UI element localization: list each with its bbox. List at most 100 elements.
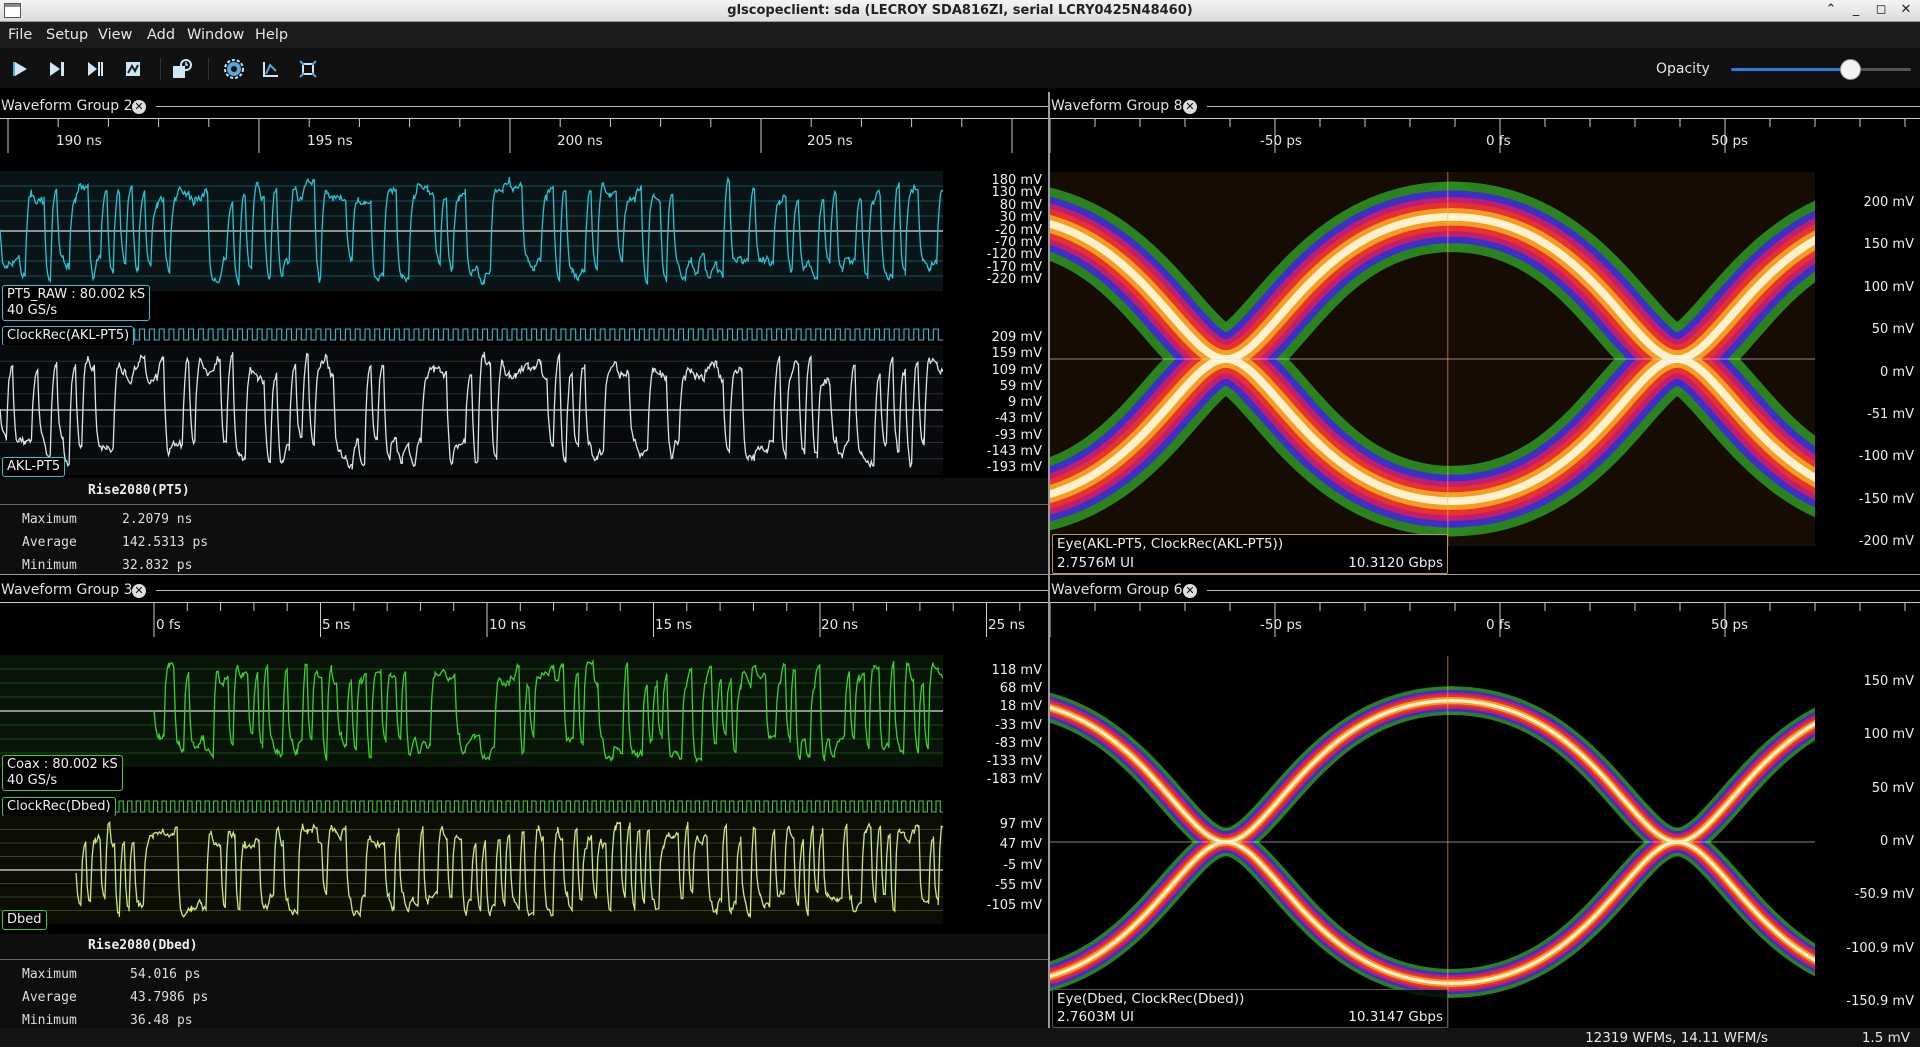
measurement-title: Rise2080(PT5) <box>88 483 190 498</box>
measurement-title: Rise2080(Dbed) <box>88 938 198 953</box>
measurement-row-maximum: Maximum 2.2079 ns <box>22 512 193 527</box>
channel-label-pt5-raw[interactable]: PT5_RAW : 80.002 kS 40 GS/s <box>2 285 151 321</box>
fullscreen-icon[interactable] <box>297 58 319 80</box>
eye-label[interactable]: Eye(AKL-PT5, ClockRec(AKL-PT5)) 2.7576M … <box>1052 534 1448 574</box>
scale-tick-label: -133 mV <box>986 753 1042 769</box>
close-icon[interactable]: ✕ <box>132 100 146 114</box>
opacity-label: Opacity <box>1656 61 1710 77</box>
tick-label: 190 ns <box>56 133 102 149</box>
menu-file[interactable]: File <box>8 27 32 43</box>
timeline[interactable]: -50 ps 0 fs 50 ps <box>1050 118 1920 153</box>
scale-tick-label: 50 mV <box>1871 322 1914 338</box>
measurement-row-average: Average 43.7986 ps <box>22 990 209 1005</box>
group-title: Waveform Group 2 <box>1 98 133 114</box>
tick-label: 200 ns <box>557 133 603 149</box>
scale-tick-label: 100 mV <box>1863 279 1914 295</box>
measurement-panel: Rise2080(PT5) Maximum 2.2079 ns Average 14… <box>0 478 1048 574</box>
menu-setup[interactable]: Setup <box>46 27 88 43</box>
start-single-icon[interactable] <box>46 58 68 80</box>
scale-tick-label: -55 mV <box>995 877 1042 893</box>
force-trigger-icon[interactable] <box>84 58 106 80</box>
chevron-up-icon[interactable]: ⌃ <box>1823 2 1839 17</box>
scale-tick-label: -220 mV <box>986 272 1042 287</box>
scale-tick-label: -193 mV <box>986 460 1042 475</box>
horizontal-splitter[interactable] <box>0 574 1920 575</box>
history-icon[interactable] <box>171 58 193 80</box>
scale-tick-label: -83 mV <box>995 735 1042 751</box>
eye-label[interactable]: Eye(Dbed, ClockRec(Dbed)) 2.7603M UI 10.… <box>1052 989 1448 1028</box>
close-icon[interactable]: ✕ <box>1183 100 1197 114</box>
scale-tick-label: 9 mV <box>1008 395 1042 410</box>
scale-tick-label: -143 mV <box>986 443 1042 459</box>
maximize-icon[interactable]: ◻ <box>1873 2 1889 17</box>
close-icon[interactable]: ✕ <box>1898 2 1914 17</box>
refresh-settings-icon[interactable] <box>223 58 245 80</box>
scale-tick-label: -100.9 mV <box>1846 940 1914 956</box>
measurement-panel: Rise2080(Dbed) Maximum 54.016 ps Average 4… <box>0 934 1048 1028</box>
scale-tick-label: -50.9 mV <box>1854 887 1914 903</box>
tick-label: 205 ns <box>807 133 853 149</box>
measurement-row-minimum: Minimum 36.48 ps <box>22 1013 193 1028</box>
scale-tick-label: -51 mV <box>1867 406 1914 422</box>
clock-waveform[interactable] <box>0 798 945 815</box>
tick-label: 0 fs <box>1486 133 1511 149</box>
scale-tick-label: -150 mV <box>1858 491 1914 507</box>
tick-label: 195 ns <box>307 133 353 149</box>
tick-label: -50 ps <box>1260 133 1302 149</box>
opacity-slider-handle[interactable] <box>1840 59 1861 80</box>
stop-trigger-icon[interactable] <box>122 58 144 80</box>
waveform-area-akl-pt5[interactable] <box>0 345 944 475</box>
window-title: glscopeclient: sda (LECROY SDA816ZI, ser… <box>727 3 1193 18</box>
channel-label-dbed[interactable]: Dbed <box>2 910 47 930</box>
waveform-area-pt5-raw[interactable] <box>0 171 944 291</box>
close-icon[interactable]: ✕ <box>132 584 146 598</box>
tick-label: 15 ns <box>655 617 693 633</box>
menu-window[interactable]: Window <box>187 27 244 43</box>
status-resolution: 1.5 mV <box>1861 1030 1910 1046</box>
waveform-group-8: Waveform Group 8 ✕ -50 ps 0 fs 50 ps 200… <box>1050 98 1920 574</box>
channel-label-clockrec[interactable]: ClockRec(AKL-PT5) <box>2 326 135 346</box>
scale-tick-label: -150.9 mV <box>1846 994 1914 1009</box>
scale-tick-label: -105 mV <box>986 898 1042 913</box>
scale-tick-label: 0 mV <box>1880 364 1914 380</box>
tick-label: 50 ps <box>1711 133 1749 149</box>
scale-tick-label: 150 mV <box>1863 237 1914 253</box>
scale-tick-label: 118 mV <box>991 663 1042 678</box>
menu-add[interactable]: Add <box>147 27 175 43</box>
measurement-row-minimum: Minimum 32.832 ps <box>22 558 193 573</box>
timeline[interactable]: 0 fs 5 ns 10 ns 15 ns 20 ns 25 ns <box>0 602 1048 637</box>
scale-tick-label: 68 mV <box>999 681 1042 697</box>
clock-waveform[interactable] <box>0 326 944 343</box>
timeline[interactable]: 190 ns 195 ns 200 ns 205 ns <box>0 118 1048 153</box>
scale-tick-label: 159 mV <box>991 346 1042 362</box>
menu-view[interactable]: View <box>98 27 132 43</box>
eye-diagram[interactable] <box>1050 656 1918 1028</box>
channel-label-akl-pt5[interactable]: AKL-PT5 <box>2 457 66 477</box>
eye-diagram[interactable] <box>1050 172 1920 546</box>
scale-tick-label: -200 mV <box>1858 534 1914 549</box>
minimize-icon[interactable]: _ <box>1848 2 1864 17</box>
scale-tick-label: -33 mV <box>995 717 1042 733</box>
tick-label: 20 ns <box>821 617 859 633</box>
opacity-slider[interactable] <box>1731 68 1851 71</box>
group-title: Waveform Group 6 <box>1051 582 1183 598</box>
scale-tick-label: -183 mV <box>986 772 1042 787</box>
scale-tick-label: 109 mV <box>991 362 1042 378</box>
tick-label: -50 ps <box>1260 617 1302 633</box>
menu-help[interactable]: Help <box>255 27 288 43</box>
group-title: Waveform Group 8 <box>1051 98 1183 114</box>
waveform-area-dbed[interactable] <box>0 816 944 924</box>
scale-tick-label: 100 mV <box>1863 727 1914 743</box>
waveform-group-3: Waveform Group 3 ✕ 0 fs 5 ns 10 ns 15 ns… <box>0 582 1048 1028</box>
close-icon[interactable]: ✕ <box>1183 584 1197 598</box>
start-trigger-icon[interactable] <box>9 58 31 80</box>
timeline[interactable]: -50 ps 0 fs 50 ps <box>1050 602 1920 637</box>
scale-tick-label: 59 mV <box>999 378 1042 394</box>
scale-tick-label: 209 mV <box>991 330 1042 345</box>
channel-label-coax[interactable]: Coax : 80.002 kS 40 GS/s <box>2 755 123 791</box>
tick-label: 10 ns <box>489 617 527 633</box>
channel-label-clockrec[interactable]: ClockRec(Dbed) <box>2 797 116 817</box>
clear-sweeps-icon[interactable] <box>260 58 282 80</box>
tick-label: 50 ps <box>1711 617 1749 633</box>
waveform-area-coax[interactable] <box>0 655 944 767</box>
